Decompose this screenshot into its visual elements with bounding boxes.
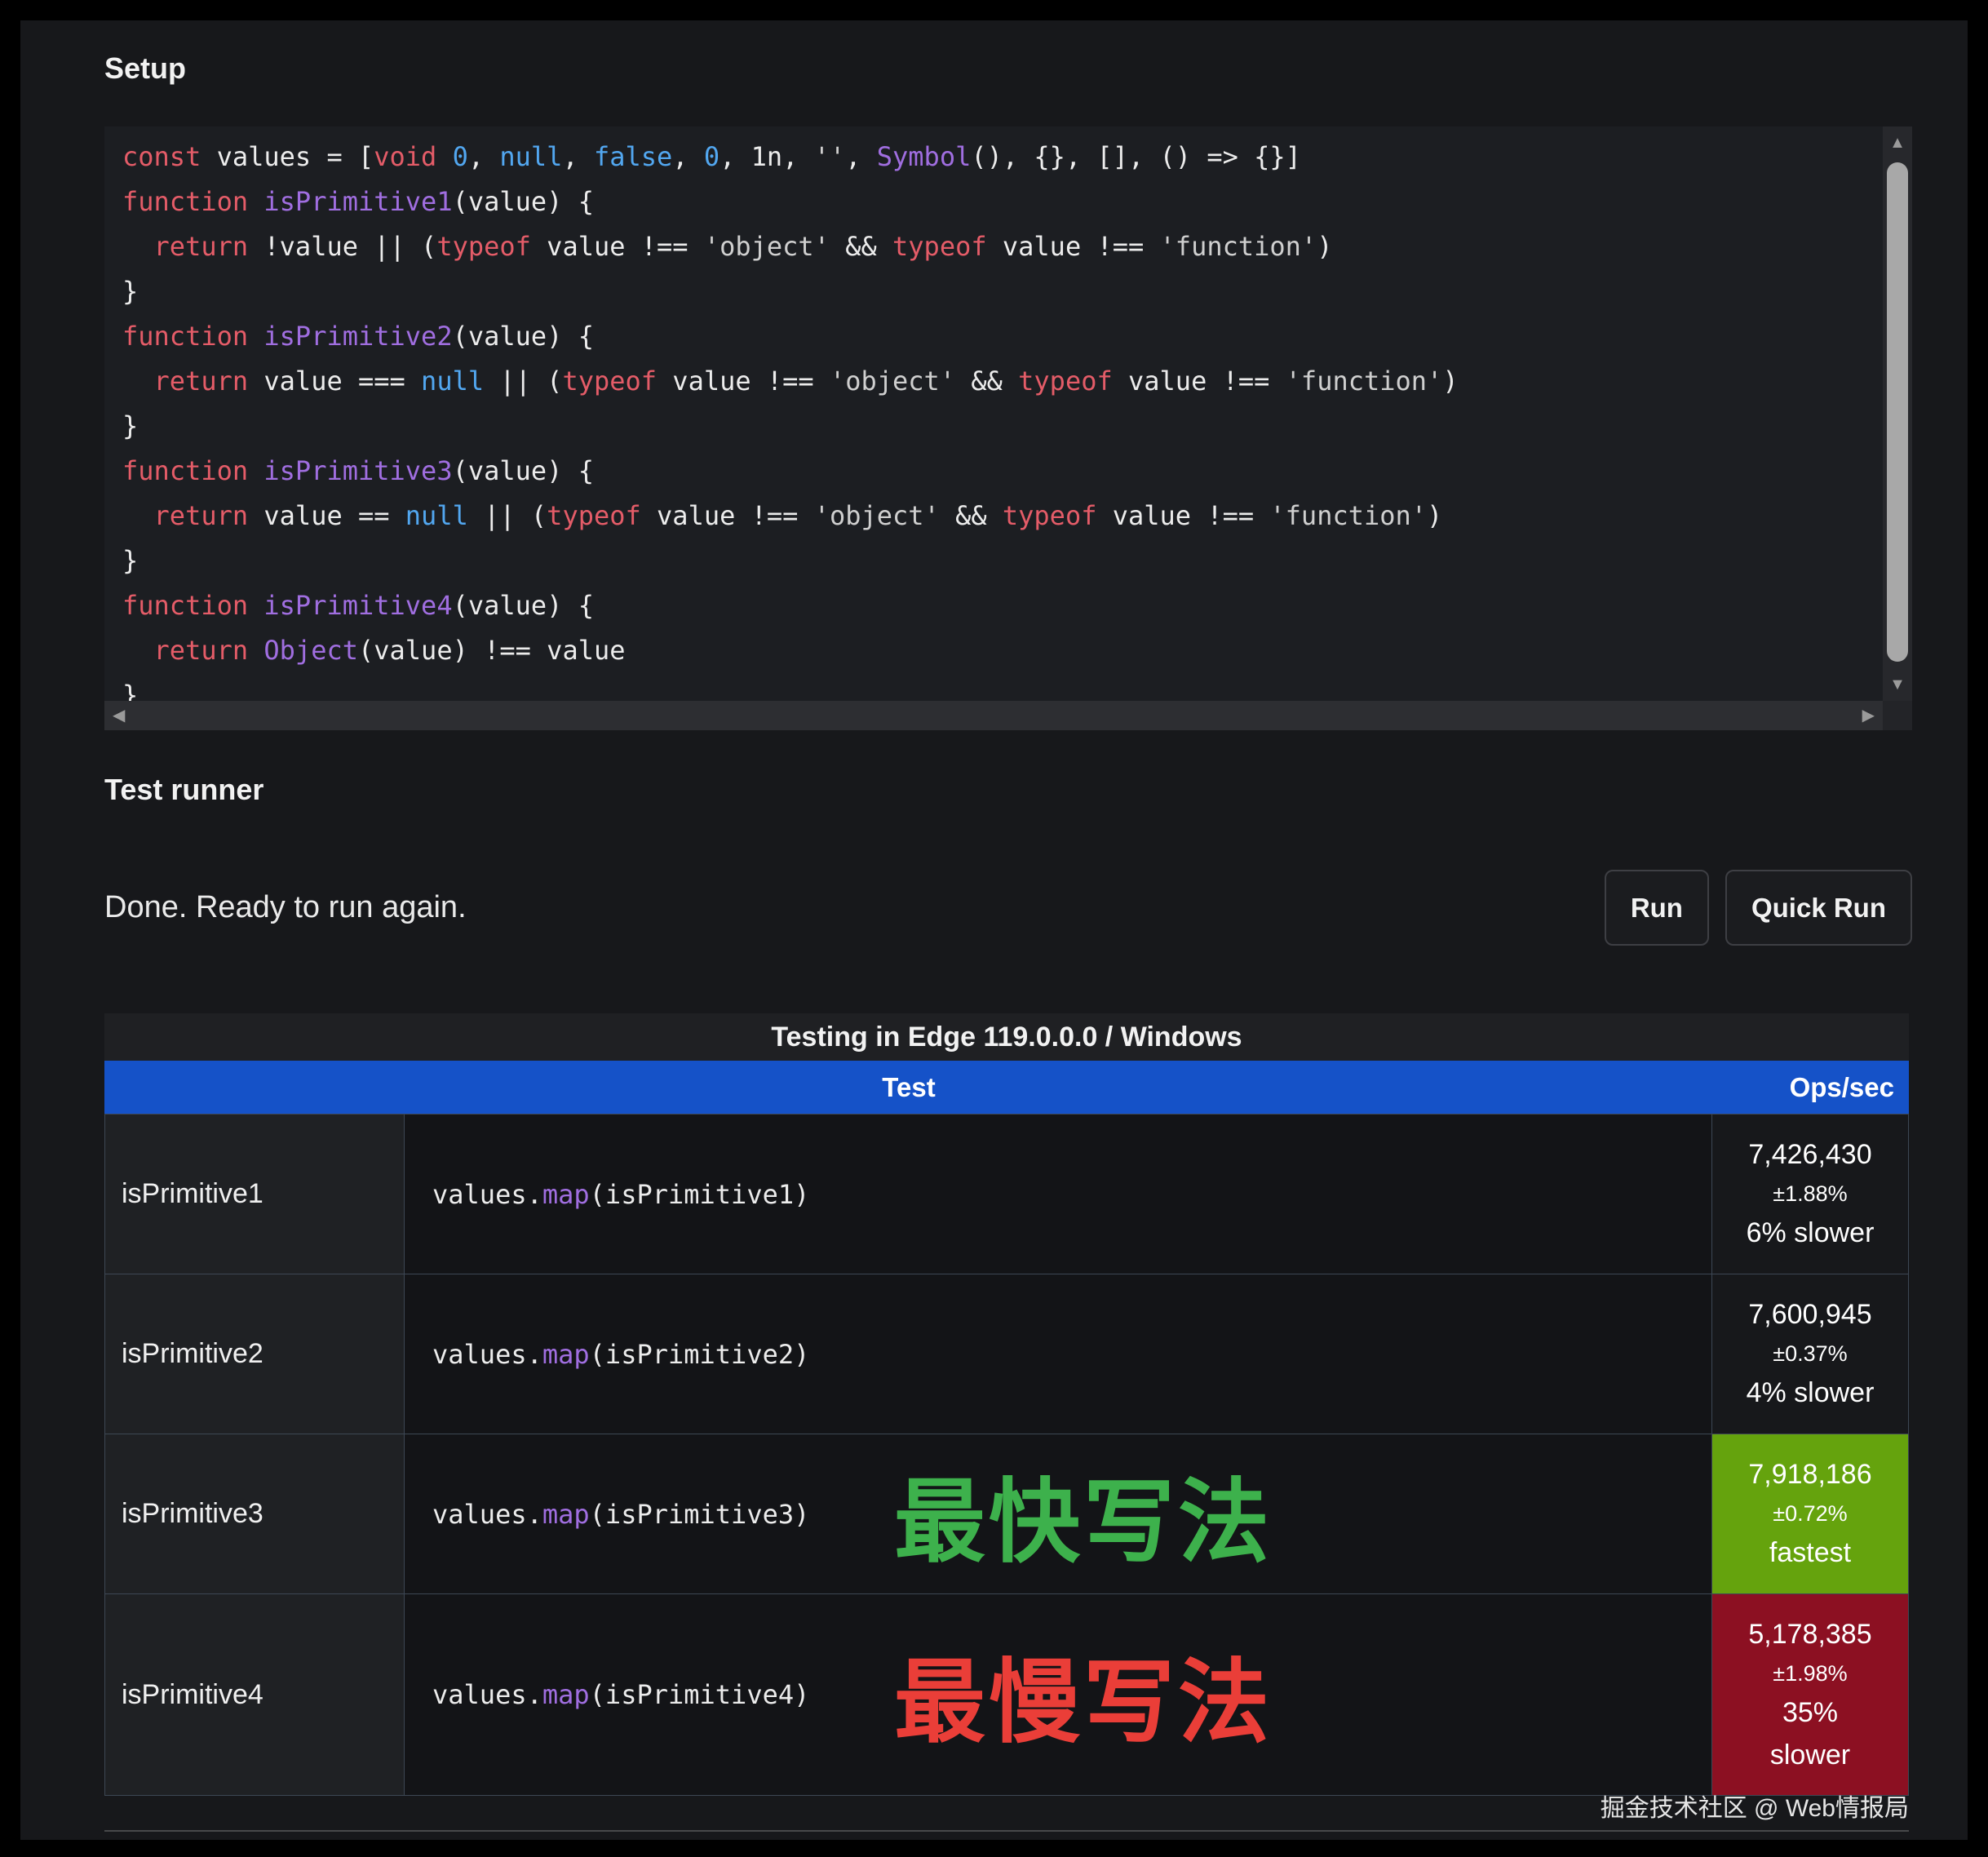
table-row: isPrimitive2 values.map(isPrimitive2) 7,60… [104, 1274, 1909, 1434]
test-runner-heading: Test runner [104, 773, 263, 807]
column-header-ops: Ops/sec [1713, 1061, 1909, 1114]
code-line: const values = [void 0, null, false, 0, … [122, 135, 1883, 179]
column-header-test: Test [104, 1061, 1713, 1114]
ops-margin: ±1.98% [1773, 1661, 1847, 1686]
test-snippet: values.map(isPrimitive2) [432, 1339, 809, 1370]
test-snippet: values.map(isPrimitive1) [432, 1179, 809, 1210]
table-row: isPrimitive1 values.map(isPrimitive1) 7,42… [104, 1114, 1909, 1274]
code-line: } [122, 404, 1883, 449]
ops-cell: 7,600,945 ±0.37% 4% slower [1712, 1274, 1908, 1434]
ops-status: slower [1770, 1740, 1850, 1771]
ops-status: 4% slower [1747, 1377, 1875, 1409]
ops-status: 6% slower [1747, 1217, 1875, 1249]
setup-heading: Setup [104, 51, 186, 86]
test-name-cell: isPrimitive2 [105, 1274, 405, 1434]
test-snippet-cell: values.map(isPrimitive3) 最快写法 [405, 1434, 1712, 1593]
code-content[interactable]: const values = [void 0, null, false, 0, … [104, 126, 1883, 701]
test-snippet-cell: values.map(isPrimitive2) [405, 1274, 1712, 1434]
code-line: } [122, 673, 1883, 701]
table-row: isPrimitive3 values.map(isPrimitive3) 最快写法… [104, 1434, 1909, 1593]
run-button[interactable]: Run [1605, 870, 1709, 946]
ops-value: 7,600,945 [1748, 1299, 1871, 1331]
ops-margin: ±0.37% [1773, 1341, 1847, 1367]
test-snippet: values.map(isPrimitive4) [432, 1679, 809, 1710]
test-name-cell: isPrimitive3 [105, 1434, 405, 1593]
vertical-scroll-thumb[interactable] [1887, 162, 1908, 662]
code-line: function isPrimitive3(value) { [122, 449, 1883, 494]
setup-code-editor[interactable]: const values = [void 0, null, false, 0, … [104, 126, 1912, 730]
ops-cell: 7,918,186 ±0.72% fastest [1712, 1434, 1908, 1593]
test-snippet: values.map(isPrimitive3) [432, 1499, 809, 1530]
scroll-right-arrow-icon[interactable]: ▶ [1862, 701, 1875, 730]
table-header-row: Test Ops/sec [104, 1061, 1909, 1114]
annotation-text: 最快写法 [894, 1448, 1273, 1580]
horizontal-scrollbar[interactable]: ◀ ▶ [104, 701, 1883, 730]
ops-value: 7,918,186 [1748, 1459, 1871, 1491]
ops-value: 5,178,385 [1748, 1619, 1871, 1651]
runner-buttons: Run Quick Run [1605, 870, 1912, 946]
ops-status: 35% [1782, 1697, 1838, 1729]
results-table: Testing in Edge 119.0.0.0 / Windows Test… [104, 1013, 1909, 1796]
ops-status: fastest [1769, 1537, 1851, 1569]
bottom-divider [104, 1830, 1909, 1832]
test-snippet-cell: values.map(isPrimitive4) 最慢写法 [405, 1594, 1712, 1795]
table-row: isPrimitive4 values.map(isPrimitive4) 最慢写法… [104, 1593, 1909, 1796]
ops-cell: 7,426,430 ±1.88% 6% slower [1712, 1115, 1908, 1274]
watermark: 掘金技术社区 @ Web情报局 [1601, 1788, 1909, 1824]
ops-margin: ±1.88% [1773, 1181, 1847, 1207]
quick-run-button[interactable]: Quick Run [1725, 870, 1912, 946]
code-line: return value == null || (typeof value !=… [122, 494, 1883, 538]
content-panel: Setup const values = [void 0, null, fals… [20, 20, 1968, 1840]
runner-row: Done. Ready to run again. Run Quick Run [104, 869, 1912, 946]
scroll-down-arrow-icon[interactable]: ▼ [1883, 670, 1912, 699]
scroll-left-arrow-icon[interactable]: ◀ [113, 701, 125, 730]
code-line: function isPrimitive1(value) { [122, 179, 1883, 224]
annotation-text: 最慢写法 [894, 1629, 1273, 1761]
test-name-cell: isPrimitive4 [105, 1594, 405, 1795]
table-caption: Testing in Edge 119.0.0.0 / Windows [104, 1013, 1909, 1061]
code-line: function isPrimitive4(value) { [122, 583, 1883, 628]
code-line: function isPrimitive2(value) { [122, 314, 1883, 359]
ops-cell: 5,178,385 ±1.98% 35% slower [1712, 1594, 1908, 1795]
runner-status: Done. Ready to run again. [104, 890, 467, 925]
test-snippet-cell: values.map(isPrimitive1) [405, 1115, 1712, 1274]
scroll-up-arrow-icon[interactable]: ▲ [1883, 128, 1912, 157]
test-name-cell: isPrimitive1 [105, 1115, 405, 1274]
vertical-scrollbar[interactable]: ▲ ▼ [1883, 126, 1912, 701]
code-line: } [122, 269, 1883, 314]
code-line: } [122, 538, 1883, 583]
code-line: return Object(value) !== value [122, 628, 1883, 673]
ops-margin: ±0.72% [1773, 1501, 1847, 1527]
scrollbar-corner [1883, 701, 1912, 730]
ops-value: 7,426,430 [1748, 1139, 1871, 1171]
code-line: return value === null || (typeof value !… [122, 359, 1883, 404]
code-line: return !value || (typeof value !== 'obje… [122, 224, 1883, 269]
table-body: isPrimitive1 values.map(isPrimitive1) 7,42… [104, 1114, 1909, 1796]
